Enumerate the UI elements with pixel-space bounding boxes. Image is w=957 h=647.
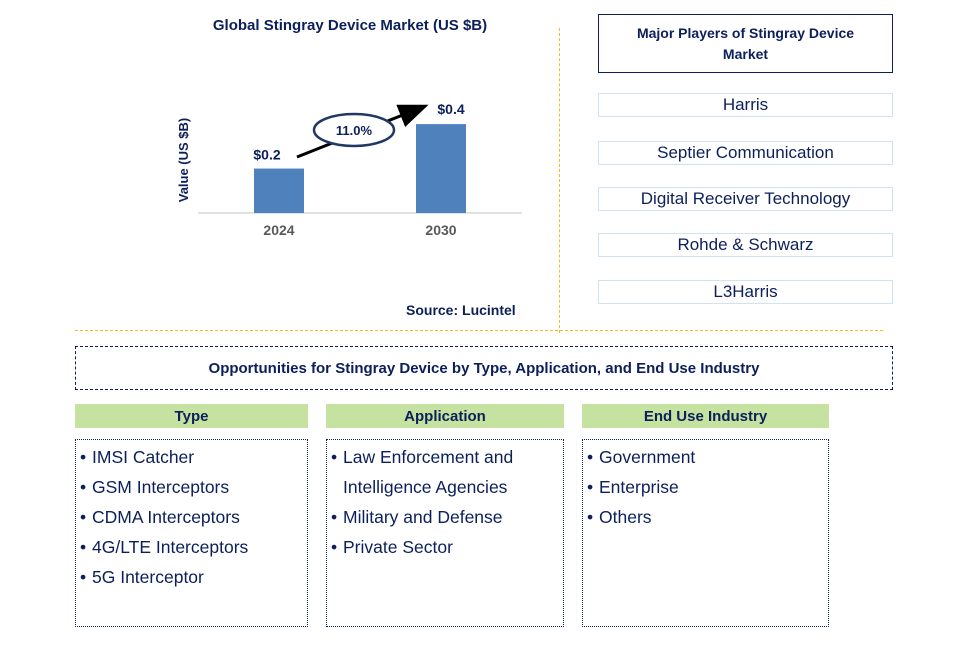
horizontal-divider bbox=[75, 330, 883, 331]
vertical-divider bbox=[559, 28, 560, 333]
bar-2030 bbox=[416, 124, 466, 213]
list-item: Intelligence Agencies bbox=[343, 477, 508, 497]
list-item: • 5G Interceptor bbox=[80, 562, 307, 592]
application-list-box: • Law Enforcement and Intelligence Agencie… bbox=[326, 439, 564, 627]
bullet-icon: • bbox=[80, 477, 87, 497]
application-header: Application bbox=[326, 404, 564, 428]
bar-2024 bbox=[254, 168, 304, 213]
bullet-icon: • bbox=[331, 507, 338, 527]
bar-chart: Value (US $B) $0.2 2024 $0.4 2030 11.0% bbox=[176, 101, 522, 238]
player-item: Harris bbox=[598, 93, 893, 117]
bullet-icon: • bbox=[331, 537, 338, 557]
end-use-header: End Use Industry bbox=[582, 404, 829, 428]
type-header: Type bbox=[75, 404, 308, 428]
list-item: • Others bbox=[587, 502, 828, 532]
player-item: Rohde & Schwarz bbox=[598, 233, 893, 257]
y-axis-label: Value (US $B) bbox=[176, 118, 191, 203]
end-use-list-box: • Government • Enterprise • Others bbox=[582, 439, 829, 627]
x-tick-label: 2030 bbox=[425, 222, 456, 238]
cagr-annotation: 11.0% bbox=[296, 104, 429, 159]
source-label: Source: Lucintel bbox=[406, 302, 516, 318]
list-item: • CDMA Interceptors bbox=[80, 502, 307, 532]
chart-title: Global Stingray Device Market (US $B) bbox=[212, 17, 488, 34]
list-item: • Enterprise bbox=[587, 472, 828, 502]
bullet-icon: • bbox=[587, 447, 594, 467]
player-item: Digital Receiver Technology bbox=[598, 187, 893, 211]
x-tick-label: 2024 bbox=[263, 222, 294, 238]
data-label: $0.4 bbox=[437, 101, 464, 117]
bullet-icon: • bbox=[587, 507, 594, 527]
players-header: Major Players of Stingray Device Market bbox=[598, 14, 893, 73]
list-item: • 4G/LTE Interceptors bbox=[80, 532, 307, 562]
list-item: • Government bbox=[587, 442, 828, 472]
bullet-icon: • bbox=[587, 477, 594, 497]
bullet-icon: • bbox=[80, 447, 87, 467]
type-list-box: • IMSI Catcher • GSM Interceptors • CDMA Inte… bbox=[75, 439, 308, 627]
data-label: $0.2 bbox=[253, 147, 280, 163]
bullet-icon: • bbox=[80, 537, 87, 557]
bullet-icon: • bbox=[80, 567, 87, 587]
player-item: L3Harris bbox=[598, 280, 893, 304]
cagr-label: 11.0% bbox=[336, 123, 373, 138]
list-item: • Private Sector bbox=[331, 532, 563, 562]
list-item: • Law Enforcement and bbox=[331, 442, 563, 472]
bullet-icon: • bbox=[80, 507, 87, 527]
list-item: • Military and Defense bbox=[331, 502, 563, 532]
opportunities-header: Opportunities for Stingray Device by Typ… bbox=[75, 346, 893, 390]
bullet-icon: • bbox=[331, 447, 338, 467]
player-item: Septier Communication bbox=[598, 141, 893, 165]
list-item: • GSM Interceptors bbox=[80, 472, 307, 502]
list-item: • IMSI Catcher bbox=[80, 442, 307, 472]
